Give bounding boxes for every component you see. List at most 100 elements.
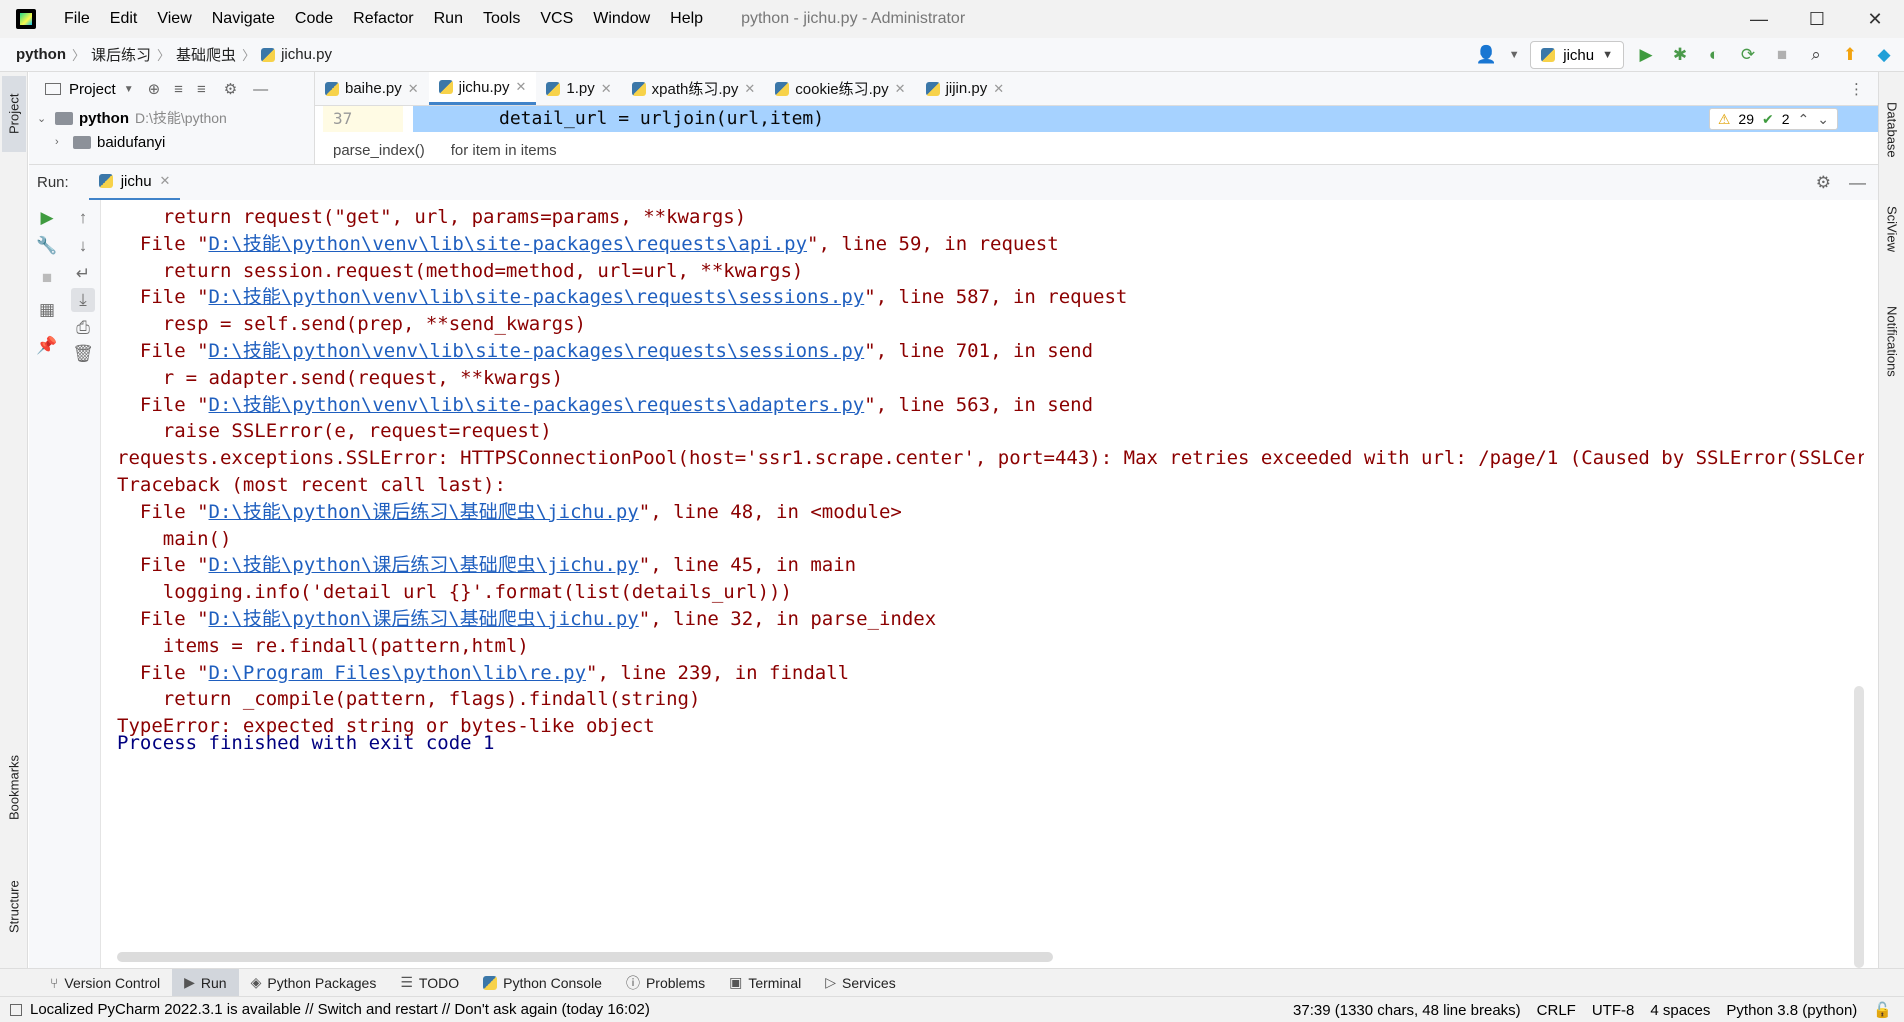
editor-tab-xpath[interactable]: xpath练习.py ✕ xyxy=(622,72,766,105)
menu-edit[interactable]: Edit xyxy=(100,0,148,38)
close-icon[interactable]: ✕ xyxy=(408,81,419,97)
bookmarks-tool-tab[interactable]: Bookmarks xyxy=(2,742,26,832)
breadcrumb-function[interactable]: parse_index() xyxy=(333,142,425,159)
print-icon[interactable]: ⎙ xyxy=(71,316,95,340)
breadcrumb-project[interactable]: python xyxy=(16,46,66,63)
stop-icon[interactable]: ■ xyxy=(35,266,59,290)
close-icon[interactable]: ✕ xyxy=(744,81,755,97)
hide-icon[interactable]: — xyxy=(253,81,268,98)
menu-refactor[interactable]: Refactor xyxy=(343,0,423,38)
caret-position[interactable]: 37:39 (1330 chars, 48 line breaks) xyxy=(1293,1002,1521,1019)
editor-tab-jichu[interactable]: jichu.py ✕ xyxy=(428,72,537,105)
file-link[interactable]: D:\技能\python\venv\lib\site-packages\requ… xyxy=(209,394,865,416)
menu-vcs[interactable]: VCS xyxy=(530,0,583,38)
arrow-up-icon[interactable]: ↑ xyxy=(71,206,95,230)
scroll-to-end-icon[interactable]: ⤓ xyxy=(71,288,95,312)
tree-item[interactable]: › baidufanyi xyxy=(29,130,314,154)
close-icon[interactable]: ✕ xyxy=(601,81,612,97)
project-tool-tab[interactable]: Project xyxy=(2,76,26,152)
inspection-widget[interactable]: ⚠ 29 ✔ 2 ⌃ ⌄ xyxy=(1708,108,1838,130)
coverage-icon[interactable]: ◐ xyxy=(1702,43,1726,67)
chevron-down-icon[interactable]: ▼ xyxy=(1508,43,1520,67)
problems-tab[interactable]: ⓘ Problems xyxy=(614,969,717,997)
file-link[interactable]: D:\技能\python\venv\lib\site-packages\requ… xyxy=(209,233,808,255)
code-editor[interactable]: 37 detail_url = urljoin(url,item) ⚠ 29 ✔… xyxy=(315,106,1878,164)
rerun-icon[interactable]: ▶ xyxy=(35,206,59,230)
breadcrumb-loop[interactable]: for item in items xyxy=(451,142,557,159)
notifications-tool-tab[interactable]: Notifications xyxy=(1881,288,1903,394)
close-icon[interactable]: ✕ xyxy=(993,81,1004,97)
user-icon[interactable]: 👤 xyxy=(1474,43,1498,67)
run-tool-tab[interactable]: ▶ Run xyxy=(172,968,239,997)
pin-icon[interactable]: 📌 xyxy=(35,334,59,358)
run-tab-jichu[interactable]: jichu ✕ xyxy=(88,165,181,201)
project-panel-title[interactable]: Project xyxy=(69,81,116,98)
editor-tab-cookie[interactable]: cookie练习.py ✕ xyxy=(765,72,915,105)
structure-tool-tab[interactable]: Structure xyxy=(2,862,26,952)
menu-window[interactable]: Window xyxy=(583,0,660,38)
chevron-up-icon[interactable]: ⌃ xyxy=(1798,111,1810,128)
todo-tab[interactable]: ☰ TODO xyxy=(388,969,471,997)
locate-icon[interactable]: ⊕ xyxy=(148,80,161,98)
lock-icon[interactable]: 🔓 xyxy=(1873,1001,1892,1019)
chevron-down-icon[interactable]: ▼ xyxy=(124,84,134,95)
tree-root[interactable]: ⌄ python D:\技能\python xyxy=(29,106,314,130)
sciview-tool-tab[interactable]: SciView xyxy=(1881,192,1903,266)
debug-icon[interactable]: ✱ xyxy=(1668,43,1692,67)
menu-help[interactable]: Help xyxy=(660,0,713,38)
indent-setting[interactable]: 4 spaces xyxy=(1650,1002,1710,1019)
breadcrumb-file[interactable]: jichu.py xyxy=(281,46,332,63)
line-separator[interactable]: CRLF xyxy=(1537,1002,1576,1019)
expand-all-icon[interactable]: ≡ xyxy=(174,81,183,98)
menu-navigate[interactable]: Navigate xyxy=(202,0,285,38)
python-packages-tab[interactable]: ◈ Python Packages xyxy=(239,969,389,997)
vertical-scrollbar[interactable] xyxy=(1854,686,1864,968)
menu-tools[interactable]: Tools xyxy=(473,0,530,38)
python-console-tab[interactable]: Python Console xyxy=(471,969,614,997)
run-config-selector[interactable]: jichu ▼ xyxy=(1530,41,1624,69)
file-link[interactable]: D:\技能\python\venv\lib\site-packages\requ… xyxy=(209,286,865,308)
file-link[interactable]: D:\技能\python\课后练习\基础爬虫\jichu.py xyxy=(209,554,639,576)
status-toggle-icon[interactable] xyxy=(10,1003,22,1016)
file-link[interactable]: D:\Program Files\python\lib\re.py xyxy=(209,662,587,684)
file-link[interactable]: D:\技能\python\课后练习\基础爬虫\jichu.py xyxy=(209,608,639,630)
chevron-down-icon[interactable]: ⌄ xyxy=(37,112,55,125)
file-encoding[interactable]: UTF-8 xyxy=(1592,1002,1635,1019)
arrow-down-icon[interactable]: ↓ xyxy=(71,234,95,258)
version-control-tab[interactable]: ⑂ Version Control xyxy=(38,969,172,997)
code-line[interactable]: detail_url = urljoin(url,item) xyxy=(413,106,1878,132)
chevron-down-icon[interactable]: ⌄ xyxy=(1817,111,1829,128)
menu-view[interactable]: View xyxy=(147,0,201,38)
minimize-button[interactable]: — xyxy=(1730,0,1788,38)
file-link[interactable]: D:\技能\python\venv\lib\site-packages\requ… xyxy=(209,340,865,362)
menu-run[interactable]: Run xyxy=(424,0,473,38)
jetbrains-icon[interactable]: ◆ xyxy=(1872,43,1896,67)
console-output[interactable]: File "D:\技能\python\venv\lib\site-package… xyxy=(101,200,1864,968)
wrench-icon[interactable]: 🔧 xyxy=(35,234,59,258)
breadcrumb-folder[interactable]: 课后练习 xyxy=(91,44,151,65)
close-icon[interactable]: ✕ xyxy=(895,81,906,97)
profile-icon[interactable]: ⟳ xyxy=(1736,43,1760,67)
close-window-button[interactable]: ✕ xyxy=(1846,0,1904,38)
menu-file[interactable]: File xyxy=(54,0,100,38)
services-tab[interactable]: ▷ Services xyxy=(813,969,907,997)
update-icon[interactable]: ⬆ xyxy=(1838,43,1862,67)
close-icon[interactable]: ✕ xyxy=(160,173,171,189)
close-icon[interactable]: ✕ xyxy=(515,79,526,95)
layout-icon[interactable]: ▦ xyxy=(35,298,59,322)
gear-icon[interactable]: ⚙ xyxy=(1816,173,1831,193)
file-link[interactable]: D:\技能\python\课后练习\基础爬虫\jichu.py xyxy=(209,501,639,523)
search-icon[interactable]: ⌕ xyxy=(1804,43,1828,67)
maximize-button[interactable]: ☐ xyxy=(1788,0,1846,38)
editor-tab-baihe[interactable]: baihe.py ✕ xyxy=(315,72,429,105)
menu-code[interactable]: Code xyxy=(285,0,343,38)
python-interpreter[interactable]: Python 3.8 (python) xyxy=(1726,1002,1857,1019)
chevron-right-icon[interactable]: › xyxy=(55,136,73,148)
editor-tab-jijin[interactable]: jijin.py ✕ xyxy=(916,72,1015,105)
status-message[interactable]: Localized PyCharm 2022.3.1 is available … xyxy=(10,1001,650,1018)
trash-icon[interactable]: 🗑 xyxy=(71,342,95,366)
hide-icon[interactable]: — xyxy=(1849,173,1866,193)
stop-icon[interactable]: ■ xyxy=(1770,43,1794,67)
terminal-tab[interactable]: ▣ Terminal xyxy=(717,969,813,997)
database-tool-tab[interactable]: Database xyxy=(1881,88,1903,172)
